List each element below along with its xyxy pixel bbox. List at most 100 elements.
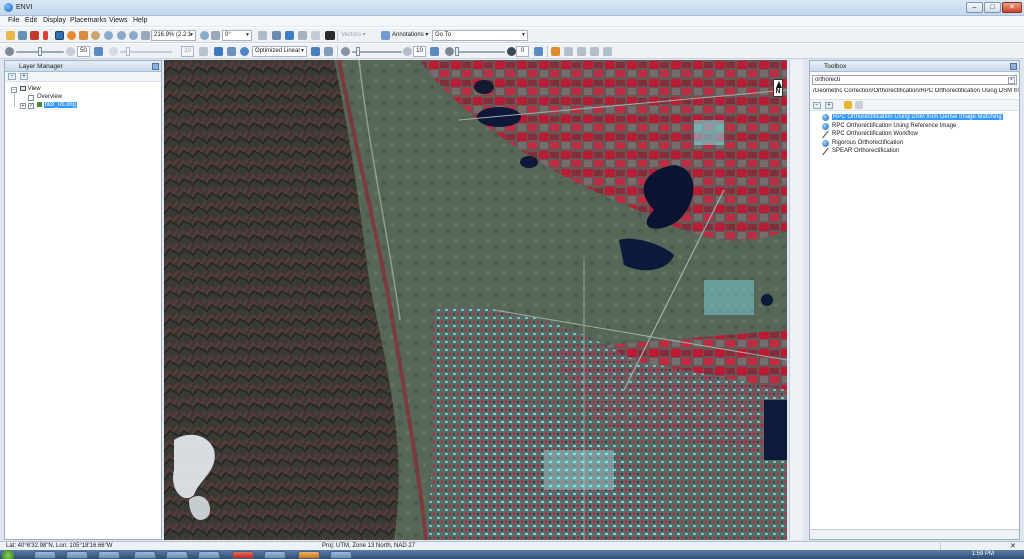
zoom-combo[interactable]: 216.9% (2.2:1 ▼ (151, 30, 196, 41)
layer-expander[interactable]: + (20, 103, 26, 109)
measure-icon[interactable] (272, 31, 281, 40)
taskbar-item[interactable] (330, 551, 352, 559)
tool-rigorous[interactable]: Rigorous Orthorectification (822, 140, 903, 147)
tool-label: RPC Orthorectification Workflow (832, 131, 918, 137)
vector-create-icon[interactable] (298, 31, 307, 40)
rotate-tool-icon[interactable] (91, 31, 100, 40)
brightness-slider-thumb[interactable] (38, 47, 42, 56)
annotation-icon[interactable] (381, 31, 390, 40)
stretch-icon[interactable] (214, 47, 223, 56)
tool-spear[interactable]: SPEAR Orthorectification (832, 148, 899, 154)
sharpen-value[interactable]: 10 (413, 46, 426, 57)
annotations-dropdown[interactable]: Annotations ▾ (392, 31, 428, 38)
taskbar-item[interactable] (66, 551, 88, 559)
histogram-icon[interactable] (227, 47, 236, 56)
open-file-icon[interactable] (6, 31, 15, 40)
region-tool-icon[interactable] (285, 31, 294, 40)
rotate-icon[interactable] (200, 31, 209, 40)
taskbar-item[interactable] (198, 551, 220, 559)
taskbar-item[interactable] (134, 551, 156, 559)
clear-search-icon[interactable]: × (1008, 77, 1015, 84)
menu-display[interactable]: Display (43, 17, 66, 24)
tool-rpc-reference-image[interactable]: RPC Orthorectification Using Reference I… (822, 123, 956, 130)
panel-pin-icon[interactable] (152, 63, 159, 70)
stretch-combo[interactable]: Optimized Linear ▼ (252, 46, 307, 57)
view-expander[interactable]: − (11, 87, 17, 93)
overview-checkbox[interactable] (28, 95, 34, 101)
sharpen-slider-thumb[interactable] (356, 47, 360, 56)
contrast-reset-icon[interactable] (534, 47, 543, 56)
menu-edit[interactable]: Edit (25, 17, 37, 24)
zoom-in-icon[interactable] (117, 31, 126, 40)
swipe-icon[interactable] (603, 47, 612, 56)
placemark-icon[interactable] (43, 31, 48, 40)
contrast-slider-track[interactable] (455, 51, 505, 53)
contrast-slider-thumb[interactable] (455, 47, 459, 56)
vector-edit-icon[interactable] (311, 31, 320, 40)
maximize-button[interactable]: □ (984, 2, 1001, 13)
pan-tool-icon[interactable] (67, 31, 76, 40)
transparency-icon (109, 47, 118, 56)
collapse-all-button[interactable]: − (8, 73, 16, 80)
transparency-reset-icon[interactable] (199, 47, 208, 56)
fly-tool-icon[interactable] (79, 31, 88, 40)
expand-all-button[interactable]: + (20, 73, 28, 80)
rotation-combo[interactable]: 0° ▼ (222, 30, 252, 41)
menu-views[interactable]: Views (109, 17, 128, 24)
taskbar-item[interactable] (298, 551, 320, 559)
toolbox-breadcrumb: /Geometric Correction/Orthorectification… (813, 88, 1019, 94)
roi-tool-icon[interactable] (325, 31, 335, 40)
blend-icon[interactable] (577, 47, 586, 56)
main-toolbar: 216.9% (2.2:1 ▼ 0° ▼ Vectors ▾ Annotations… (0, 27, 1024, 43)
menu-help[interactable]: Help (133, 17, 147, 24)
taskbar-item[interactable] (98, 551, 120, 559)
transparency-value[interactable]: 20 (181, 46, 194, 57)
tool-rpc-dsm-dense[interactable]: RPC Orthorectification Using DSM from De… (822, 114, 1003, 121)
zoom-tool-icon[interactable] (104, 31, 113, 40)
portal-icon[interactable] (551, 47, 560, 56)
close-button[interactable]: ✕ (1002, 2, 1022, 13)
menu-file[interactable]: File (8, 17, 19, 24)
zoom-out-icon[interactable] (129, 31, 138, 40)
crosshair-icon[interactable] (258, 31, 267, 40)
add-favorite-icon[interactable] (855, 101, 863, 109)
transparency-slider-thumb[interactable] (126, 47, 130, 56)
image-view[interactable]: N (164, 60, 787, 540)
stretch-lock-icon[interactable] (324, 47, 333, 56)
toolbox-search-input[interactable]: orthorecti × (812, 75, 1017, 85)
tree-node-overview[interactable]: Overview (37, 94, 62, 100)
goto-combo[interactable]: Go To ▼ (432, 30, 528, 41)
taskbar-item[interactable] (232, 551, 254, 559)
flicker-icon[interactable] (590, 47, 599, 56)
brightness-reset-icon[interactable] (94, 47, 103, 56)
close-icon[interactable]: ✕ (1010, 542, 1016, 550)
image-view-scrollbar[interactable] (789, 60, 803, 540)
fixed-zoom-icon[interactable] (141, 31, 150, 40)
stretch-refresh-icon[interactable] (311, 47, 320, 56)
cursor-value-icon[interactable] (30, 31, 39, 40)
expand-all-button[interactable]: + (825, 102, 833, 109)
toolbox-scrollbar[interactable] (810, 529, 1019, 539)
minimize-button[interactable]: – (966, 2, 983, 13)
favorites-star-icon[interactable] (844, 101, 852, 109)
vectors-dropdown[interactable]: Vectors ▾ (341, 31, 366, 38)
taskbar-item[interactable] (34, 551, 56, 559)
collapse-all-button[interactable]: − (813, 102, 821, 109)
taskbar-item[interactable] (264, 551, 286, 559)
stretch-type-icon[interactable] (240, 47, 249, 56)
contrast-value[interactable]: 0 (516, 46, 529, 57)
tool-rpc-workflow[interactable]: RPC Orthorectification Workflow (832, 131, 918, 137)
chip-display-icon[interactable] (564, 47, 573, 56)
tree-node-layer[interactable]: bldr_tm.img (37, 102, 78, 109)
data-manager-icon[interactable] (18, 31, 27, 40)
rotate-step-icon[interactable] (211, 31, 220, 40)
start-button[interactable] (2, 550, 14, 559)
tree-node-view[interactable]: View (20, 86, 41, 92)
taskbar-item[interactable] (166, 551, 188, 559)
menu-placemarks[interactable]: Placemarks (70, 17, 107, 24)
select-tool-icon[interactable] (55, 31, 64, 40)
layer-visibility-checkbox[interactable] (28, 102, 34, 109)
sharpen-reset-icon[interactable] (430, 47, 439, 56)
brightness-value[interactable]: 50 (77, 46, 90, 57)
panel-pin-icon[interactable] (1010, 63, 1017, 70)
